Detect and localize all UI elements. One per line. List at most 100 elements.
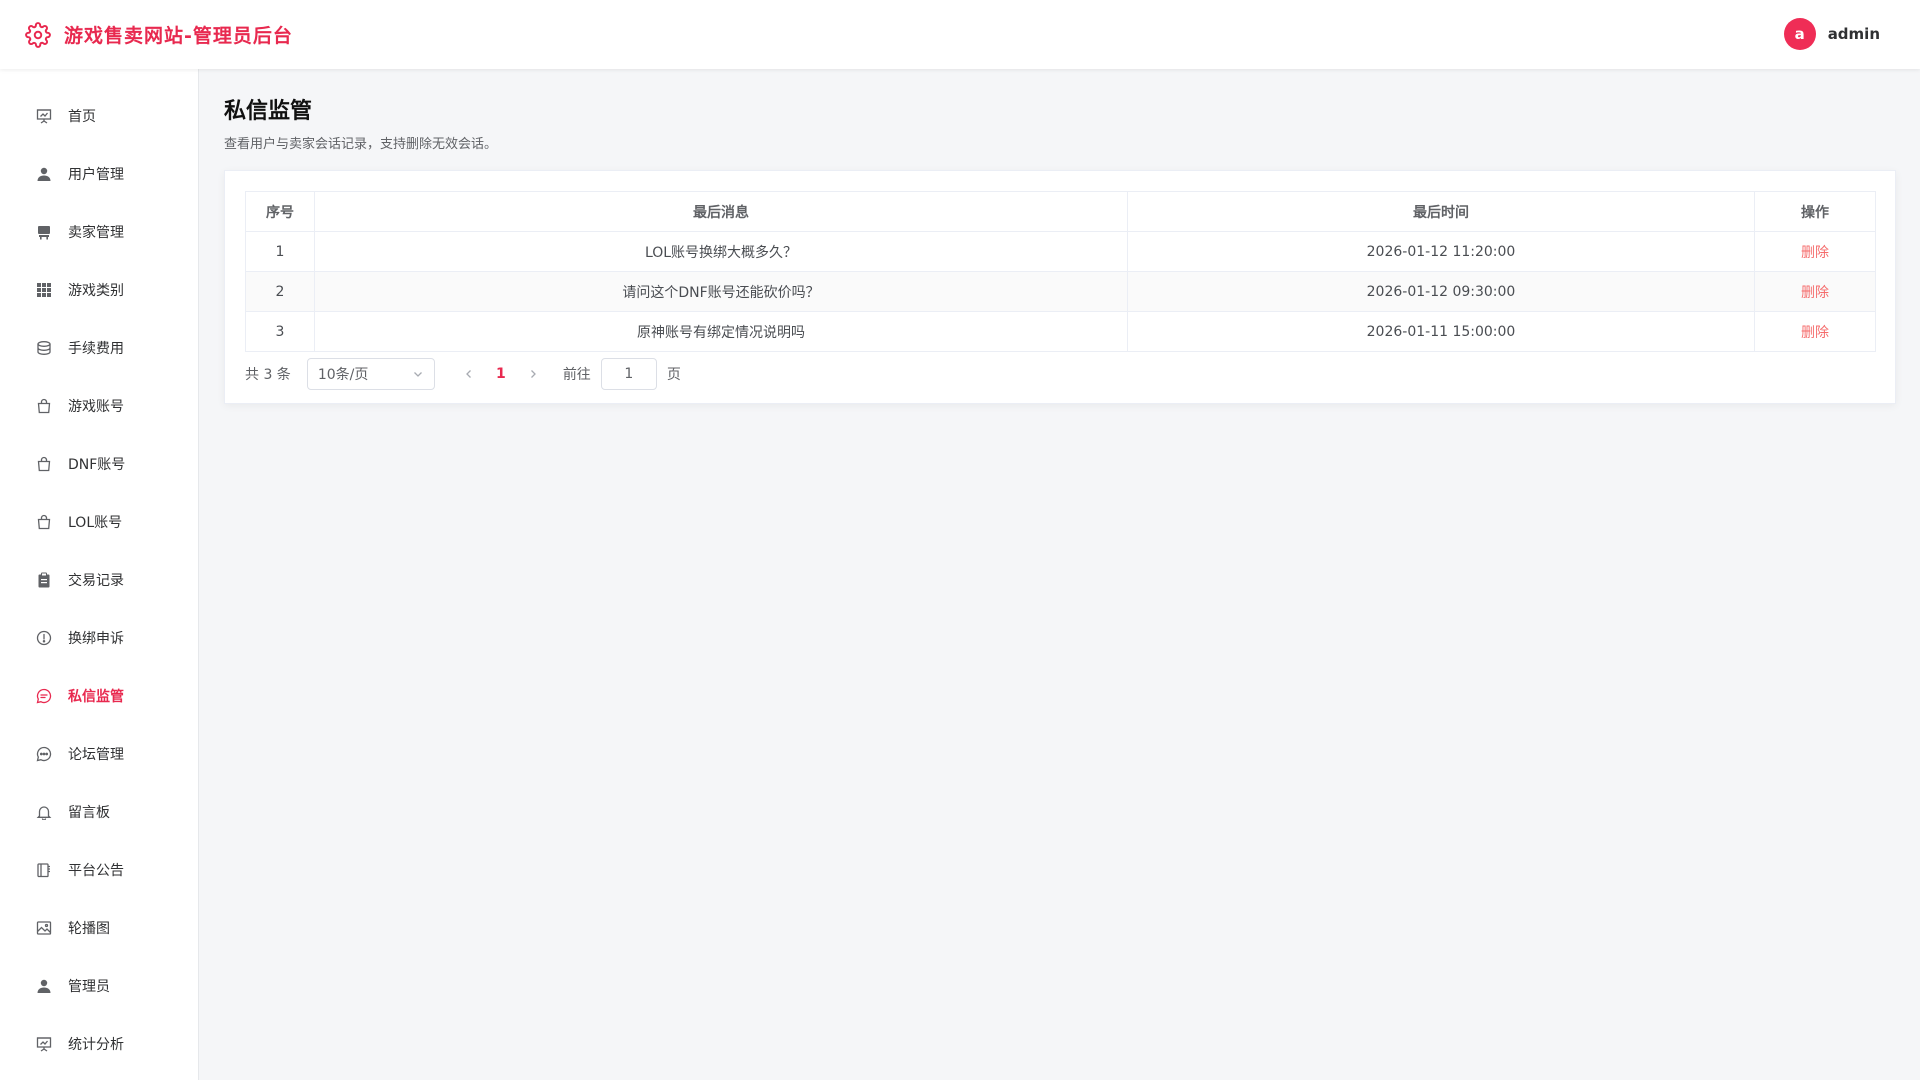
conversations-table: 序号 最后消息 最后时间 操作 1 LOL账号换绑大概多久？ 2026-01-1…	[245, 191, 1876, 352]
chevron-left-icon	[465, 370, 471, 378]
cell-index: 1	[245, 231, 315, 272]
sidebar-item-private-messages[interactable]: 私信监管	[0, 667, 198, 725]
column-header-last-message: 最后消息	[314, 191, 1128, 232]
sidebar-item-announcements[interactable]: 平台公告	[0, 841, 198, 899]
pagination: 共 3 条 10条/页 1 前往 页	[245, 358, 1875, 390]
sidebar-item-game-accounts[interactable]: 游戏账号	[0, 377, 198, 435]
sidebar-item-label: 统计分析	[68, 1037, 124, 1053]
table-row: 1 LOL账号换绑大概多久？ 2026-01-12 11:20:00 删除	[245, 231, 1876, 272]
chat-dots-icon	[36, 746, 52, 762]
user-icon	[36, 978, 52, 994]
sidebar-item-label: 论坛管理	[68, 747, 124, 763]
page-number-current[interactable]: 1	[485, 358, 517, 390]
prev-page-button[interactable]	[453, 358, 485, 390]
sidebar: 首页 用户管理 卖家管理 游戏类别 手续费用 游戏账号 DNF账号 LOL账号 …	[0, 69, 199, 1080]
cell-time: 2026-01-11 15:00:00	[1127, 311, 1755, 352]
delete-button[interactable]: 删除	[1801, 245, 1829, 261]
bell-icon	[36, 804, 52, 820]
sidebar-item-label: 轮播图	[68, 921, 110, 937]
sidebar-item-label: 卖家管理	[68, 225, 124, 241]
avatar[interactable]: a	[1783, 18, 1816, 50]
goto-page-input[interactable]	[600, 358, 657, 390]
top-header: 游戏售卖网站-管理员后台 a admin	[0, 0, 1920, 69]
table-row: 3 原神账号有绑定情况说明吗 2026-01-11 15:00:00 删除	[245, 311, 1876, 352]
main-content: 私信监管 查看用户与卖家会话记录，支持删除无效会话。 序号 最后消息 最后时间 …	[224, 69, 1896, 404]
cell-time: 2026-01-12 11:20:00	[1127, 231, 1755, 272]
sidebar-item-label: 留言板	[68, 805, 110, 821]
shopping-bag-icon	[36, 514, 52, 530]
shopping-bag-icon	[36, 456, 52, 472]
sidebar-item-label: 交易记录	[68, 573, 124, 589]
table-row: 2 请问这个DNF账号还能砍价吗？ 2026-01-12 09:30:00 删除	[245, 271, 1876, 312]
chat-bubble-icon	[36, 688, 52, 704]
sidebar-item-label: 换绑申诉	[68, 631, 124, 647]
picture-icon	[36, 920, 52, 936]
column-header-actions: 操作	[1754, 191, 1876, 232]
goto-suffix: 页	[666, 367, 681, 383]
page-title: 私信监管	[224, 99, 313, 124]
presentation-icon	[36, 108, 52, 124]
page-description: 查看用户与卖家会话记录，支持删除无效会话。	[224, 137, 498, 152]
sidebar-item-fees[interactable]: 手续费用	[0, 319, 198, 377]
cell-actions: 删除	[1754, 271, 1876, 312]
gear-icon	[24, 21, 52, 49]
user-name[interactable]: admin	[1828, 25, 1880, 43]
sidebar-item-label: 私信监管	[68, 689, 124, 705]
page-size-select[interactable]: 10条/页	[306, 358, 435, 390]
chevron-down-icon	[412, 368, 424, 380]
app-title: 游戏售卖网站-管理员后台	[64, 25, 293, 47]
sidebar-item-game-categories[interactable]: 游戏类别	[0, 261, 198, 319]
sidebar-item-carousel[interactable]: 轮播图	[0, 899, 198, 957]
column-header-index: 序号	[245, 191, 315, 232]
presentation-icon	[36, 1036, 52, 1052]
sidebar-item-label: 手续费用	[68, 341, 124, 357]
sidebar-item-label: 游戏账号	[68, 399, 124, 415]
stand-icon	[36, 224, 52, 240]
notebook-icon	[36, 862, 52, 878]
column-header-last-time: 最后时间	[1127, 191, 1755, 232]
sidebar-item-transactions[interactable]: 交易记录	[0, 551, 198, 609]
table-card: 序号 最后消息 最后时间 操作 1 LOL账号换绑大概多久？ 2026-01-1…	[224, 170, 1896, 404]
cell-index: 2	[245, 271, 315, 312]
sidebar-item-statistics[interactable]: 统计分析	[0, 1015, 198, 1073]
sidebar-item-sellers[interactable]: 卖家管理	[0, 203, 198, 261]
sidebar-item-forum[interactable]: 论坛管理	[0, 725, 198, 783]
brand: 游戏售卖网站-管理员后台	[24, 21, 293, 49]
cell-actions: 删除	[1754, 231, 1876, 272]
sidebar-item-label: 平台公告	[68, 863, 124, 879]
chevron-right-icon	[530, 370, 536, 378]
cell-message: 原神账号有绑定情况说明吗	[314, 311, 1128, 352]
sidebar-item-message-board[interactable]: 留言板	[0, 783, 198, 841]
sidebar-item-label: DNF账号	[68, 457, 126, 473]
sidebar-item-users[interactable]: 用户管理	[0, 145, 198, 203]
sidebar-item-home[interactable]: 首页	[0, 87, 198, 145]
goto-label: 前往	[562, 367, 591, 383]
sidebar-item-label: LOL账号	[68, 515, 123, 531]
sidebar-item-label: 游戏类别	[68, 283, 124, 299]
cell-message: LOL账号换绑大概多久？	[314, 231, 1128, 272]
next-page-button[interactable]	[517, 358, 549, 390]
user-menu[interactable]: a admin	[1783, 18, 1880, 50]
sidebar-item-dnf-accounts[interactable]: DNF账号	[0, 435, 198, 493]
sidebar-item-label: 管理员	[68, 979, 110, 995]
user-icon	[36, 166, 52, 182]
grid-icon	[36, 282, 52, 298]
pagination-total: 共 3 条	[245, 367, 291, 383]
warning-circle-icon	[36, 630, 52, 646]
shopping-bag-icon	[36, 398, 52, 414]
sidebar-item-label: 用户管理	[68, 167, 124, 183]
cell-actions: 删除	[1754, 311, 1876, 352]
sidebar-item-admins[interactable]: 管理员	[0, 957, 198, 1015]
table-header-row: 序号 最后消息 最后时间 操作	[245, 191, 1876, 232]
cell-time: 2026-01-12 09:30:00	[1127, 271, 1755, 312]
page-size-value: 10条/页	[317, 367, 369, 383]
sidebar-item-label: 首页	[68, 109, 96, 125]
delete-button[interactable]: 删除	[1801, 285, 1829, 301]
cell-message: 请问这个DNF账号还能砍价吗？	[314, 271, 1128, 312]
coins-icon	[36, 340, 52, 356]
clipboard-icon	[36, 572, 52, 588]
sidebar-item-lol-accounts[interactable]: LOL账号	[0, 493, 198, 551]
cell-index: 3	[245, 311, 315, 352]
sidebar-item-rebind-appeals[interactable]: 换绑申诉	[0, 609, 198, 667]
delete-button[interactable]: 删除	[1801, 325, 1829, 341]
